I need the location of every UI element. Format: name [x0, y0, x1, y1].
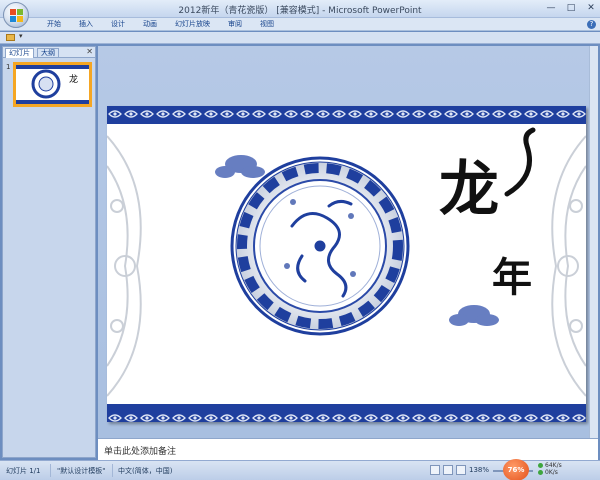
slide-thumbnail[interactable]: 龙	[13, 62, 92, 107]
vertical-scrollbar[interactable]	[589, 46, 598, 438]
maximize-icon[interactable]: □	[566, 3, 576, 13]
help-icon[interactable]: ?	[587, 20, 596, 29]
ribbon-tabs: 开始 插入 设计 动画 幻灯片放映 审阅 视图 ?	[0, 18, 600, 31]
theme-name: "默认设计模板"	[57, 467, 106, 475]
tab-slideshow[interactable]: 幻灯片放映	[166, 19, 219, 30]
notes-placeholder: 单击此处添加备注	[104, 447, 177, 457]
close-icon[interactable]: ✕	[586, 3, 596, 13]
cloud-right	[449, 305, 499, 326]
folder-icon[interactable]	[6, 34, 15, 41]
calligraphy-tail	[504, 127, 536, 197]
normal-view-icon[interactable]	[430, 465, 440, 475]
slide-number: 1	[6, 63, 11, 71]
network-speed: 64K/s 0K/s	[538, 462, 562, 476]
window-title: 2012新年（青花瓷版） [兼容模式] - Microsoft PowerPoi…	[178, 6, 422, 16]
pane-tabs: 幻灯片 大纲 ✕	[3, 47, 95, 58]
tab-insert[interactable]: 插入	[70, 19, 102, 30]
thumb-calligraphy: 龙	[69, 73, 78, 85]
slide-sorter-icon[interactable]	[443, 465, 453, 475]
tab-view[interactable]: 视图	[251, 19, 283, 30]
tab-animation[interactable]: 动画	[134, 19, 166, 30]
net-down: 0K/s	[545, 469, 558, 476]
tab-home[interactable]: 开始	[38, 19, 70, 30]
title-bar: 2012新年（青花瓷版） [兼容模式] - Microsoft PowerPoi…	[0, 0, 600, 18]
window-controls: — □ ✕	[546, 3, 596, 13]
calligraphy-dragon: 龙	[439, 155, 499, 225]
language: 中文(简体，中国)	[118, 467, 173, 475]
left-ornament	[107, 135, 142, 397]
slide-artwork: 龙 年	[107, 106, 586, 422]
slide-info: 幻灯片 1/1	[6, 467, 41, 475]
zoom-level[interactable]: 138%	[469, 466, 489, 474]
right-ornament	[551, 135, 586, 397]
net-up: 64K/s	[545, 462, 562, 469]
thumbnail-image: 龙	[16, 65, 89, 104]
bottom-border	[107, 406, 586, 422]
minimize-icon[interactable]: —	[546, 3, 556, 13]
tab-slides[interactable]: 幻灯片	[5, 48, 34, 58]
slide-canvas[interactable]: 龙 年	[107, 106, 586, 422]
slide-editor-area: 龙 年	[98, 46, 598, 438]
office-logo-icon[interactable]	[3, 2, 29, 28]
quick-access-toolbar: ▾	[0, 32, 600, 44]
tab-design[interactable]: 设计	[102, 19, 134, 30]
chevron-down-icon[interactable]: ▾	[19, 32, 23, 40]
calligraphy-year: 年	[492, 254, 532, 301]
porcelain-plate	[230, 156, 410, 336]
slides-pane: 幻灯片 大纲 ✕ 1 龙	[2, 46, 96, 458]
cloud-left	[215, 155, 265, 178]
close-icon[interactable]: ✕	[86, 47, 93, 56]
tab-outline[interactable]: 大纲	[37, 48, 59, 58]
zoom-badge: 76%	[503, 459, 529, 480]
notes-pane[interactable]: 单击此处添加备注	[98, 438, 598, 460]
top-border	[107, 106, 586, 122]
tab-review[interactable]: 审阅	[219, 19, 251, 30]
slideshow-view-icon[interactable]	[456, 465, 466, 475]
